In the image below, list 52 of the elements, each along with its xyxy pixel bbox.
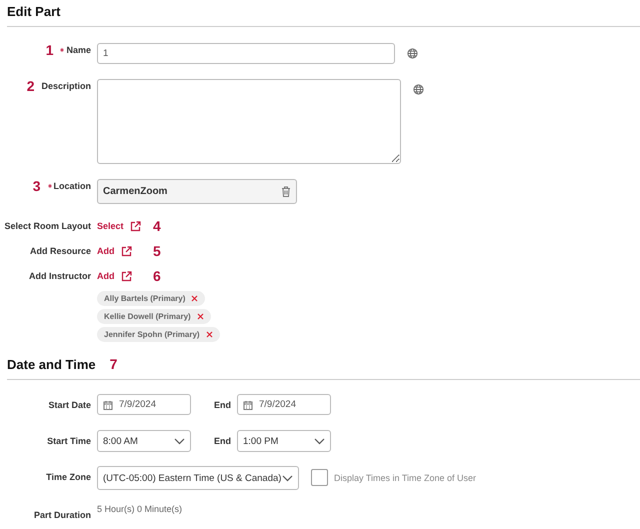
remove-icon[interactable]: [196, 313, 204, 320]
link[interactable]: Add: [97, 246, 147, 256]
field-label: Description: [41, 81, 91, 91]
annotation-number: 7: [110, 357, 118, 371]
link[interactable]: Add: [97, 270, 147, 282]
chevron-down-icon[interactable]: [282, 474, 293, 482]
external-link-icon[interactable]: [130, 220, 141, 232]
field-label: Name: [66, 45, 91, 55]
date-field[interactable]: 7/9/2024: [237, 394, 331, 415]
section-title: Date and Time: [7, 357, 96, 372]
instructor-tag: Ally Bartels (Primary): [97, 291, 206, 306]
field-label: End: [213, 400, 231, 410]
annotation-number: 1: [46, 43, 54, 57]
field-label: Location: [54, 181, 91, 191]
name-field[interactable]: 1: [97, 43, 395, 64]
annotation-number: 3: [32, 179, 40, 193]
location-field[interactable]: CarmenZoom: [97, 179, 297, 204]
instructor-tag: Kellie Dowell (Primary): [97, 309, 211, 324]
link[interactable]: Select: [97, 220, 147, 232]
remove-icon[interactable]: [206, 331, 213, 338]
time-dropdown[interactable]: 1:00 PM: [237, 430, 331, 452]
globe-icon[interactable]: [407, 48, 418, 59]
annotation-number: 6: [153, 269, 161, 283]
globe-icon[interactable]: [413, 84, 424, 95]
remove-icon[interactable]: [191, 295, 198, 302]
description-field[interactable]: [97, 79, 401, 164]
chevron-down-icon[interactable]: [314, 438, 325, 444]
checkbox[interactable]: [311, 469, 328, 486]
trash-icon[interactable]: [281, 186, 291, 197]
calendar-icon[interactable]: [103, 400, 113, 410]
instructor-tag: Jennifer Spohn (Primary): [97, 327, 220, 342]
chevron-down-icon[interactable]: [174, 438, 185, 444]
external-link-icon[interactable]: [120, 270, 132, 282]
annotation-number: 5: [153, 244, 161, 258]
field-label: Add Instructor: [29, 271, 91, 281]
calendar-icon[interactable]: [243, 400, 253, 410]
external-link-icon[interactable]: [120, 246, 132, 256]
field-label: Time Zone: [46, 472, 91, 482]
annotation-number: 2: [26, 79, 34, 93]
section-title: Edit Part: [7, 4, 60, 19]
field-label: Start Date: [48, 400, 91, 410]
field-label: Part Duration: [34, 510, 91, 520]
time-zone-dropdown[interactable]: (UTC-05:00) Eastern Time (US & Canada): [97, 466, 299, 490]
field-label: Select Room Layout: [4, 221, 91, 231]
field-label: Start Time: [47, 436, 91, 446]
duration-value: 5 Hour(s) 0 Minute(s): [97, 504, 182, 514]
annotation-number: 4: [153, 219, 161, 233]
time-dropdown[interactable]: 8:00 AM: [97, 430, 191, 452]
field-label: Add Resource: [30, 246, 91, 256]
date-field[interactable]: 7/9/2024: [97, 394, 191, 415]
checkbox-label: Display Times in Time Zone of User: [334, 473, 476, 483]
field-label: End: [213, 436, 231, 446]
